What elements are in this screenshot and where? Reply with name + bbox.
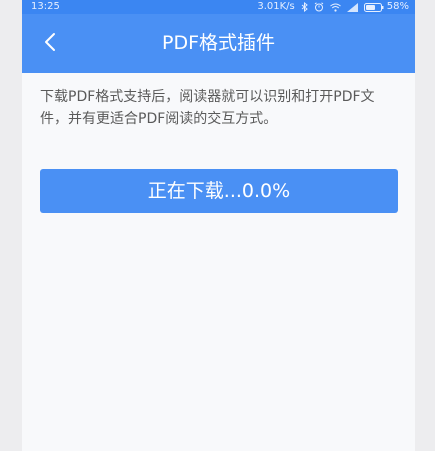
page-title: PDF格式插件: [161, 32, 276, 54]
back-button[interactable]: [30, 14, 70, 73]
chevron-left-icon: [44, 32, 56, 56]
wifi-icon: [329, 3, 341, 12]
battery-icon: [363, 2, 384, 12]
phone-screen: 13:25 3.01K/s 58% PDF格式插件 下载PDF格式支持后，阅读器…: [22, 0, 415, 451]
signal-icon: [346, 2, 358, 12]
bluetooth-icon: [301, 2, 308, 12]
download-button-label: 正在下载...0.0%: [147, 180, 291, 202]
status-bar: 13:25 3.01K/s 58%: [22, 0, 415, 14]
status-icons: 3.01K/s 58%: [257, 0, 409, 14]
download-progress-button[interactable]: 正在下载...0.0%: [40, 169, 398, 213]
alarm-icon: [314, 2, 324, 12]
app-bar: PDF格式插件: [22, 14, 415, 73]
plugin-description: 下载PDF格式支持后，阅读器就可以识别和打开PDF文件，并有更适合PDF阅读的交…: [40, 89, 375, 127]
battery: 58%: [363, 0, 409, 14]
battery-percent: 58%: [386, 1, 409, 12]
status-time: 13:25: [31, 1, 60, 12]
net-speed: 3.01K/s: [257, 1, 295, 12]
